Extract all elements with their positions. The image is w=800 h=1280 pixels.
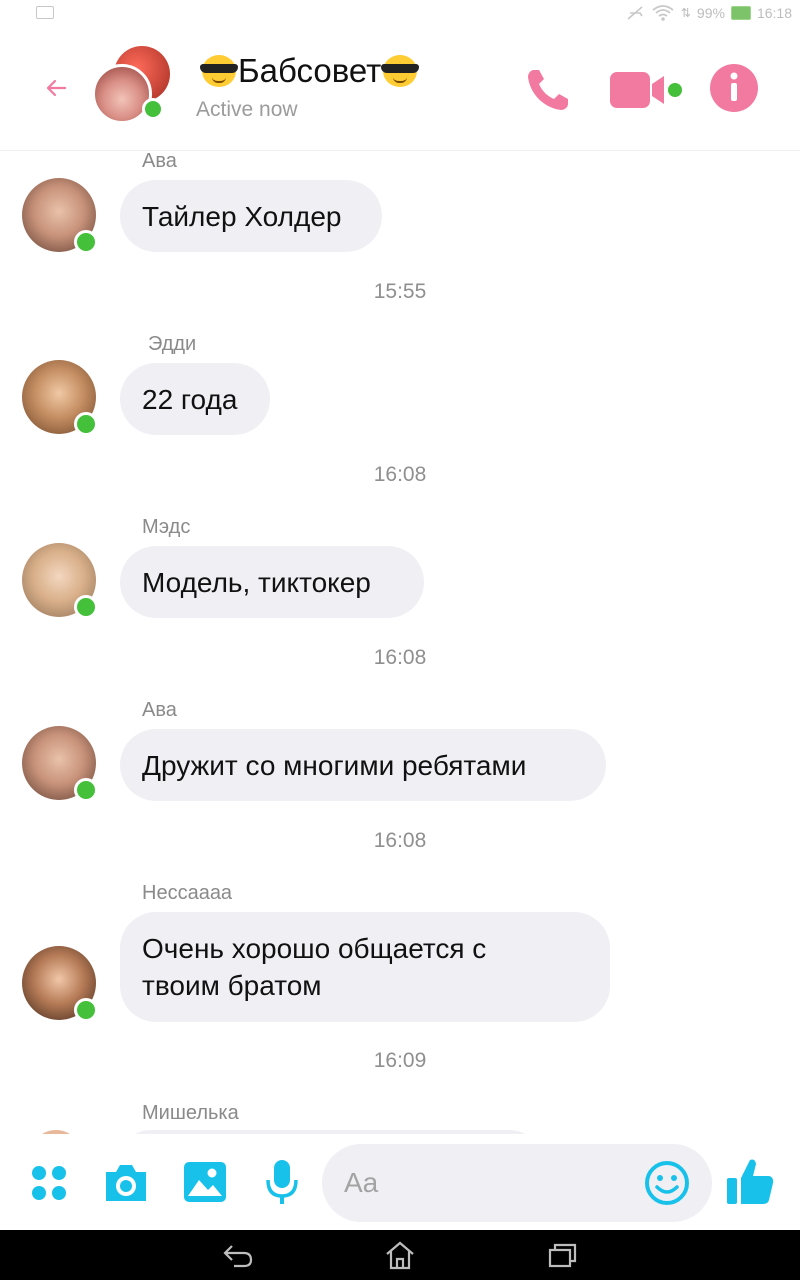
message-input[interactable]: Aa — [322, 1144, 712, 1222]
message-line: Очень хорошо общается с — [142, 933, 487, 964]
message-line: твоим братом — [142, 970, 322, 1001]
online-indicator — [74, 412, 98, 436]
home-nav-icon[interactable] — [384, 1240, 416, 1270]
sender-name: Эдди — [148, 333, 197, 355]
message-list[interactable]: Ава Тайлер Холдер 15:55 Эдди 22 года 16:… — [0, 150, 800, 1134]
recents-nav-icon[interactable] — [548, 1242, 578, 1268]
active-status: Active now — [196, 98, 298, 121]
message-bubble[interactable]: Дружит со многими ребятами — [120, 729, 606, 801]
phone-icon[interactable] — [522, 64, 574, 116]
sunglasses-emoji-icon — [200, 55, 238, 87]
composer: Aa — [0, 1134, 800, 1230]
message-timestamp: 16:09 — [373, 1049, 427, 1072]
message-timestamp: 16:08 — [373, 646, 427, 669]
avatar[interactable] — [22, 726, 98, 802]
message-bubble[interactable]: Очень хорошо общается с твоим братом — [120, 912, 610, 1022]
info-icon[interactable] — [708, 62, 760, 114]
online-indicator — [74, 998, 98, 1022]
avatar[interactable] — [22, 360, 98, 436]
status-bar: ⇅ 99% 16:18 — [0, 0, 800, 26]
online-indicator — [142, 98, 164, 120]
gallery-image-icon[interactable] — [182, 1160, 228, 1204]
sender-name: Ава — [142, 699, 177, 721]
airplane-off-icon — [627, 6, 643, 20]
chat-header: Бабсовет Active now — [0, 26, 800, 151]
avatar[interactable] — [22, 543, 98, 619]
status-indicators: ⇅ 99% 16:18 — [625, 4, 792, 22]
avatar[interactable] — [22, 178, 98, 254]
emoji-smiley-icon[interactable] — [644, 1160, 690, 1206]
wifi-icon — [652, 5, 674, 21]
back-nav-icon[interactable] — [222, 1242, 254, 1268]
message-timestamp: 15:55 — [373, 280, 427, 303]
sender-name: Ава — [142, 150, 177, 172]
online-indicator — [74, 230, 98, 254]
message-bubble[interactable]: Тайлер Холдер — [120, 180, 382, 252]
message-input-placeholder: Aa — [344, 1167, 379, 1198]
online-indicator — [74, 778, 98, 802]
sunglasses-emoji-icon — [381, 55, 420, 87]
chat-title[interactable]: Бабсовет — [200, 52, 420, 90]
message-timestamp: 16:08 — [373, 463, 427, 486]
message-timestamp: 16:08 — [373, 829, 427, 852]
message-bubble[interactable]: 22 года — [120, 363, 270, 435]
video-camera-icon[interactable] — [606, 66, 686, 114]
sender-name: Мишелька — [142, 1102, 239, 1124]
chat-title-text: Бабсовет — [238, 52, 382, 89]
battery-percent: 99% — [696, 5, 725, 21]
clock: 16:18 — [756, 5, 792, 21]
system-nav-bar — [0, 1230, 800, 1280]
sender-name: Нессаааа — [142, 882, 233, 904]
back-arrow-icon[interactable] — [44, 76, 68, 100]
sender-name: Мэдс — [142, 516, 191, 538]
online-indicator — [74, 595, 98, 619]
battery-charging-icon — [730, 6, 751, 20]
notification-image-icon — [36, 6, 54, 19]
camera-icon[interactable] — [102, 1162, 150, 1204]
apps-grid-icon[interactable] — [30, 1164, 68, 1202]
message-bubble[interactable]: Модель, тиктокер — [120, 546, 424, 618]
microphone-icon[interactable] — [264, 1158, 300, 1206]
group-avatar[interactable] — [92, 46, 170, 150]
thumbs-up-icon[interactable] — [724, 1156, 776, 1208]
data-arrows-icon: ⇅ — [680, 6, 691, 20]
avatar[interactable] — [22, 946, 98, 1022]
